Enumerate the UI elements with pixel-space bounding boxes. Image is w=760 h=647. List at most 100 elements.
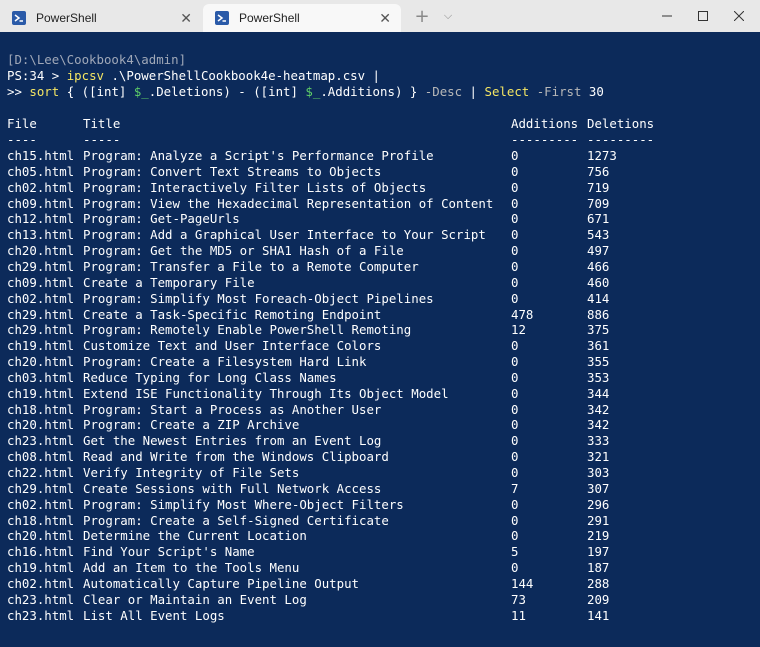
cell-title: Create Sessions with Full Network Access [83, 480, 382, 496]
cell-title: Get the Newest Entries from an Event Log [83, 433, 382, 449]
parameter-desc: -Desc [424, 84, 463, 99]
cell-additions: 0 [511, 227, 519, 243]
cell-file: ch18.html [7, 512, 75, 528]
script-block-part: .Additions) } [320, 84, 425, 99]
powershell-icon [12, 11, 26, 25]
cell-additions: 0 [511, 433, 519, 449]
cell-title: Program: Simplify Most Foreach-Object Pi… [83, 290, 434, 306]
cell-deletions: 307 [587, 480, 610, 496]
cell-file: ch20.html [7, 243, 75, 259]
cell-additions: 0 [511, 211, 519, 227]
cell-additions: 0 [511, 512, 519, 528]
cell-file: ch09.html [7, 195, 75, 211]
cell-title: Program: Remotely Enable PowerShell Remo… [83, 322, 412, 338]
cell-additions: 0 [511, 338, 519, 354]
cell-file: ch08.html [7, 449, 75, 465]
cell-file: ch19.html [7, 385, 75, 401]
cell-additions: 0 [511, 401, 519, 417]
underline-additions: --------- [511, 132, 579, 147]
cell-file: ch15.html [7, 148, 75, 163]
cell-deletions: 353 [587, 369, 610, 385]
cell-additions: 7 [511, 480, 519, 496]
cell-title: Program: Create a Filesystem Hard Link [83, 354, 367, 369]
cell-deletions: 756 [587, 163, 610, 179]
table-row: ch23.html Get the Newest Entries from an … [7, 433, 747, 449]
cell-additions: 12 [511, 322, 526, 338]
cell-file: ch29.html [7, 306, 75, 322]
cell-deletions: 543 [587, 227, 610, 243]
cell-additions: 0 [511, 163, 519, 179]
prompt-prefix: PS:34 > [7, 68, 67, 83]
cell-file: ch02.html [7, 179, 75, 195]
cell-deletions: 296 [587, 496, 610, 512]
cell-deletions: 141 [587, 607, 610, 623]
table-row: ch22.html Verify Integrity of File Sets 0 3… [7, 465, 747, 481]
column-header-file: File [7, 116, 37, 131]
cell-title: Program: Simplify Most Where-Object Filt… [83, 496, 404, 512]
cell-deletions: 375 [587, 322, 610, 338]
table-row: ch15.html Program: Analyze a Script's Per… [7, 148, 747, 164]
cell-additions: 0 [511, 385, 519, 401]
cell-additions: 0 [511, 195, 519, 211]
cell-deletions: 344 [587, 385, 610, 401]
cell-deletions: 414 [587, 290, 610, 306]
close-tab-icon[interactable]: ✕ [379, 10, 391, 27]
table-row: ch18.html Program: Create a Self-Signed C… [7, 513, 747, 529]
new-tab-icon[interactable]: + [410, 0, 434, 32]
cell-deletions: 291 [587, 512, 610, 528]
close-window-icon[interactable] [724, 0, 754, 32]
cell-additions: 0 [511, 258, 519, 274]
column-header-additions: Additions [511, 116, 579, 131]
cell-file: ch20.html [7, 354, 75, 369]
table-row: ch09.html Program: View the Hexadecimal R… [7, 196, 747, 212]
table-row: ch20.html Determine the Current Location 0… [7, 528, 747, 544]
command-line-1: PS:34 > ipcsv .\PowerShellCookbook4e-hea… [7, 68, 380, 84]
cell-additions: 5 [511, 544, 519, 560]
chevron-down-icon[interactable]: ⌵ [436, 0, 460, 32]
command-sort: sort [29, 84, 60, 99]
cell-file: ch22.html [7, 465, 75, 480]
cell-deletions: 288 [587, 576, 610, 591]
cell-deletions: 886 [587, 306, 610, 322]
terminal-output[interactable]: [D:\Lee\Cookbook4\admin] PS:34 > ipcsv .… [0, 32, 760, 647]
cell-file: ch23.html [7, 591, 75, 607]
tab-label: PowerShell [239, 11, 300, 25]
table-row: ch20.html Program: Create a ZIP Archive 0 3… [7, 417, 747, 433]
table-row: ch23.html List All Event Logs 11 141 [7, 608, 747, 624]
tab-powershell-1[interactable]: PowerShell ✕ [0, 4, 202, 32]
pipe-operator: | [462, 84, 485, 99]
cell-title: Create a Temporary File [83, 274, 255, 290]
cell-additions: 0 [511, 354, 519, 369]
pipeline-variable: $_ [133, 84, 149, 99]
table-row: ch09.html Create a Temporary File 0 460 [7, 275, 747, 291]
table-row: ch02.html Program: Simplify Most Foreach-… [7, 291, 747, 307]
table-row: ch02.html Automatically Capture Pipeline … [7, 576, 747, 592]
close-tab-icon[interactable]: ✕ [180, 10, 192, 27]
table-row: ch20.html Program: Create a Filesystem Ha… [7, 354, 747, 370]
cell-title: Create a Task-Specific Remoting Endpoint [83, 306, 382, 322]
command-select: Select [484, 84, 530, 99]
cell-additions: 0 [511, 449, 519, 465]
cell-additions: 0 [511, 417, 519, 433]
cell-title: Find Your Script's Name [83, 544, 255, 560]
cell-deletions: 719 [587, 179, 610, 195]
command-argument: .\PowerShellCookbook4e-heatmap.csv [104, 68, 366, 83]
pipeline-variable: $_ [305, 84, 321, 99]
cell-deletions: 209 [587, 591, 610, 607]
table-row: ch19.html Add an Item to the Tools Menu 0 1… [7, 560, 747, 576]
table-row: ch29.html Create a Task-Specific Remoting… [7, 307, 747, 323]
table-header-underline: ---- ----- --------- --------- [7, 132, 747, 148]
cell-file: ch23.html [7, 433, 75, 449]
table-row: ch03.html Reduce Typing for Long Class Na… [7, 370, 747, 386]
cell-deletions: 303 [587, 465, 610, 480]
cell-file: ch20.html [7, 528, 75, 544]
cell-deletions: 197 [587, 544, 610, 560]
column-header-deletions: Deletions [587, 116, 655, 131]
cell-additions: 0 [511, 496, 519, 512]
minimize-icon[interactable] [652, 0, 682, 32]
maximize-icon[interactable] [688, 0, 718, 32]
tab-powershell-2[interactable]: PowerShell ✕ [203, 4, 401, 32]
column-header-title: Title [83, 116, 121, 131]
cell-deletions: 361 [587, 338, 610, 354]
cell-additions: 0 [511, 290, 519, 306]
